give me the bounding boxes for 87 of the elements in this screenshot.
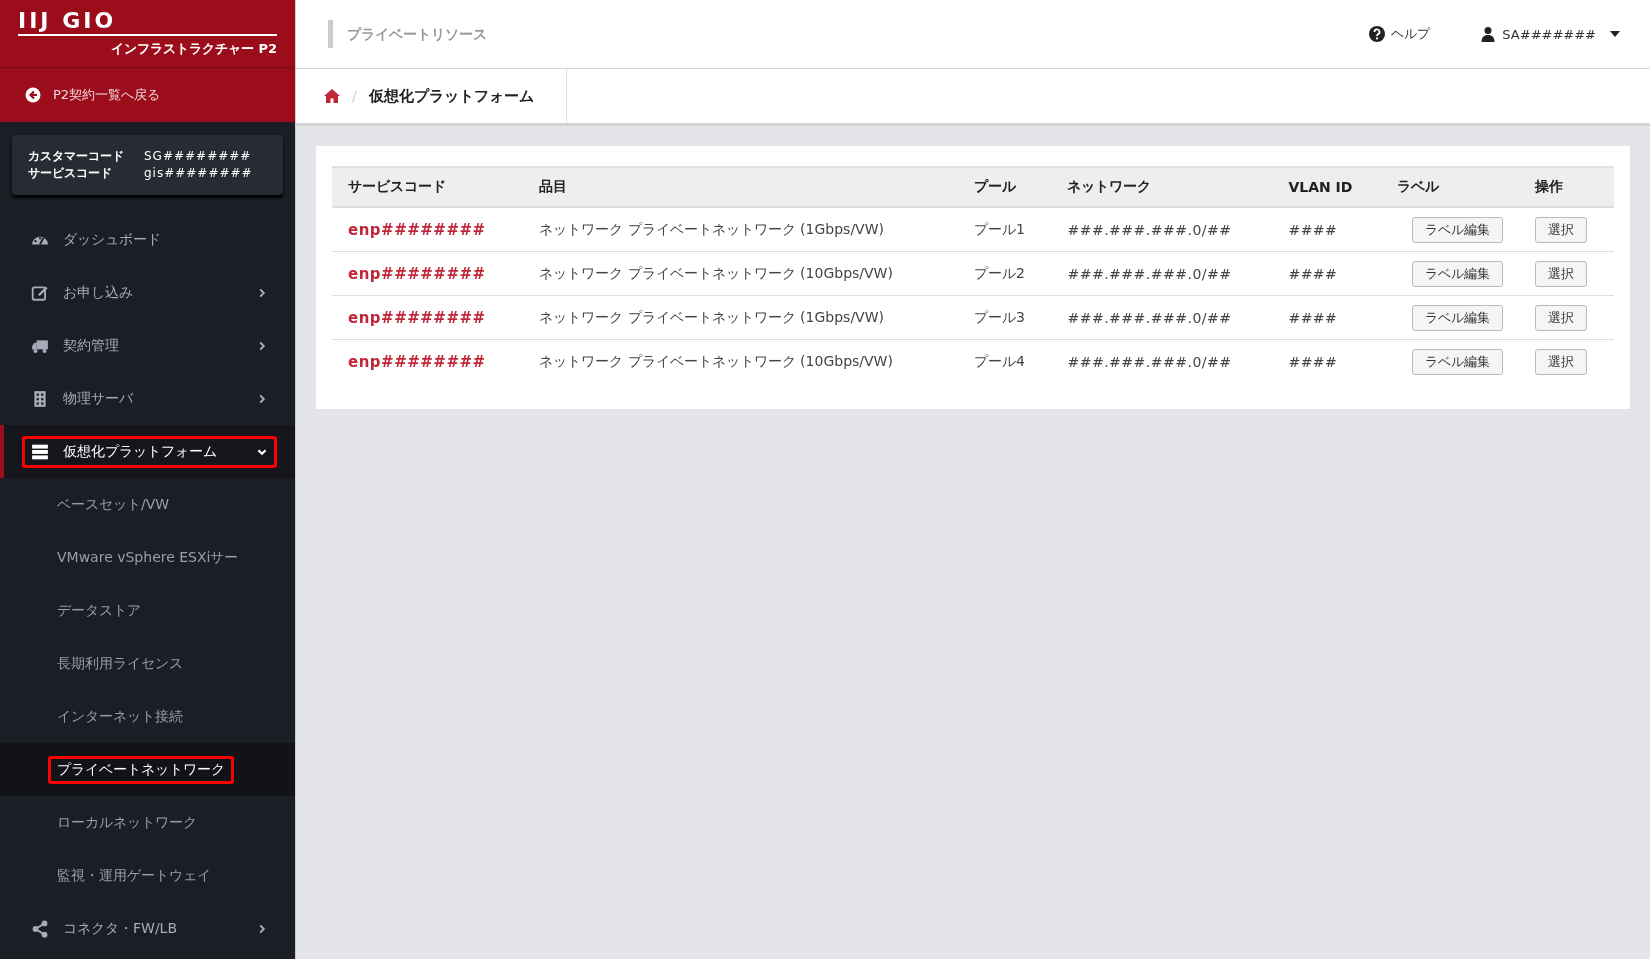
account-label: カスタマーコード: [28, 148, 125, 165]
submenu-item[interactable]: 監視・運用ゲートウェイ: [0, 849, 295, 902]
nav-item-label[interactable]: 仮想化プラットフォーム: [63, 442, 242, 461]
table-cell: プール2: [974, 264, 1025, 281]
submenu-item[interactable]: VMware vSphere ESXiサー: [0, 531, 295, 584]
help-icon: [1369, 26, 1386, 42]
table-cell: ネットワーク プライベートネットワーク (10Gbps/VW): [539, 352, 893, 369]
column-header: VLAN ID: [1272, 167, 1381, 207]
column-header: ネットワーク: [1051, 167, 1273, 207]
table-cell: ネットワーク プライベートネットワーク (1Gbps/VW): [539, 308, 884, 325]
back-link[interactable]: P2契約一覧へ戻る: [0, 68, 295, 122]
nav-item[interactable]: 仮想化プラットフォーム: [0, 425, 295, 478]
submenu-item-label[interactable]: VMware vSphere ESXiサー: [48, 543, 248, 572]
user-menu[interactable]: SA#######: [1480, 26, 1620, 42]
caret-icon: [1610, 31, 1620, 37]
brand-subtitle: インフラストラクチャー P2: [109, 40, 277, 58]
column-header: 操作: [1519, 167, 1614, 207]
submenu-item-label[interactable]: プライベートネットワーク: [48, 755, 234, 784]
submenu-item-label[interactable]: 長期利用ライセンス: [48, 649, 192, 678]
nav-item-label[interactable]: 契約管理: [63, 336, 242, 355]
label-edit-button[interactable]: ラベル編集: [1412, 260, 1504, 287]
breadcrumb-separator: /: [352, 88, 357, 104]
submenu-item-label[interactable]: 監視・運用ゲートウェイ: [48, 861, 220, 890]
submenu-item-label[interactable]: インターネット接続: [48, 702, 192, 731]
nav-item[interactable]: ダッシュボード: [0, 213, 295, 266]
table-cell: ####: [1288, 353, 1338, 370]
table-cell: ネットワーク プライベートネットワーク (1Gbps/VW): [539, 220, 884, 237]
account-value: SG########: [144, 148, 252, 165]
breadcrumb-current: 仮想化プラットフォーム: [368, 86, 534, 106]
account-value: gis########: [144, 165, 253, 182]
column-header: サービスコード: [332, 167, 524, 207]
logo: IIJ GIO: [18, 8, 277, 36]
select-button[interactable]: 選択: [1535, 304, 1588, 331]
nav-item[interactable]: お申し込み: [0, 266, 295, 319]
section-title: プライベートリソース: [328, 20, 487, 48]
submenu-item[interactable]: 長期利用ライセンス: [0, 637, 295, 690]
table-cell: ####: [1288, 265, 1338, 282]
table-cell: ####: [1288, 309, 1338, 326]
submenu-item-label[interactable]: データストア: [48, 596, 150, 625]
help-link[interactable]: ヘルプ: [1369, 25, 1431, 43]
nav-item-label[interactable]: ダッシュボード: [63, 230, 268, 249]
service-code-link[interactable]: enp########: [348, 352, 486, 371]
select-button[interactable]: 選択: [1535, 348, 1588, 375]
submenu-item-label[interactable]: ベースセット/VW: [48, 490, 179, 519]
submenu-item[interactable]: プライベートネットワーク: [0, 743, 295, 796]
user-icon: [1480, 26, 1497, 42]
select-button[interactable]: 選択: [1535, 260, 1588, 287]
submenu-item-label[interactable]: ローカルネットワーク: [48, 808, 206, 837]
nav-item[interactable]: コネクタ・FW/LB: [0, 902, 295, 955]
table-cell: ###.###.###.0/##: [1067, 265, 1232, 282]
label-edit-button[interactable]: ラベル編集: [1412, 304, 1504, 331]
table-cell: ###.###.###.0/##: [1067, 309, 1232, 326]
service-code-link[interactable]: enp########: [348, 264, 486, 283]
service-code-link[interactable]: enp########: [348, 220, 486, 239]
table-cell: プール3: [974, 308, 1025, 325]
column-header: ラベル: [1380, 167, 1520, 207]
home-icon[interactable]: [324, 89, 340, 103]
table-cell: ###.###.###.0/##: [1067, 353, 1232, 370]
nav-item[interactable]: 契約管理: [0, 319, 295, 372]
table-cell: ####: [1288, 221, 1338, 238]
server-icon: [31, 442, 49, 461]
edit-icon: [31, 283, 49, 302]
nav-item[interactable]: 物理サーバ: [0, 372, 295, 425]
submenu-item[interactable]: ベースセット/VW: [0, 478, 295, 531]
account-label: サービスコード: [28, 165, 113, 182]
table-cell: プール4: [974, 352, 1025, 369]
label-edit-button[interactable]: ラベル編集: [1412, 216, 1504, 243]
table-cell: プール1: [974, 220, 1025, 237]
submenu-item[interactable]: データストア: [0, 584, 295, 637]
help-label[interactable]: ヘルプ: [1391, 25, 1431, 43]
submenu-item[interactable]: インターネット接続: [0, 690, 295, 743]
user-name[interactable]: SA#######: [1502, 26, 1596, 42]
table-cell: ネットワーク プライベートネットワーク (10Gbps/VW): [539, 264, 893, 281]
column-header: プール: [958, 167, 1052, 207]
nav-item-label[interactable]: 物理サーバ: [63, 389, 242, 408]
share-icon: [31, 919, 49, 938]
table-cell: ###.###.###.0/##: [1067, 221, 1232, 238]
nav-item-label[interactable]: お申し込み: [63, 283, 242, 302]
column-header: 品目: [523, 167, 958, 207]
submenu-item[interactable]: ローカルネットワーク: [0, 796, 295, 849]
select-button[interactable]: 選択: [1535, 216, 1588, 243]
back-arrow-icon: [25, 87, 41, 103]
building-icon: [31, 389, 49, 408]
nav-item-label[interactable]: コネクタ・FW/LB: [63, 919, 242, 938]
back-link-label[interactable]: P2契約一覧へ戻る: [53, 86, 161, 104]
service-code-link[interactable]: enp########: [348, 308, 486, 327]
label-edit-button[interactable]: ラベル編集: [1412, 348, 1504, 375]
